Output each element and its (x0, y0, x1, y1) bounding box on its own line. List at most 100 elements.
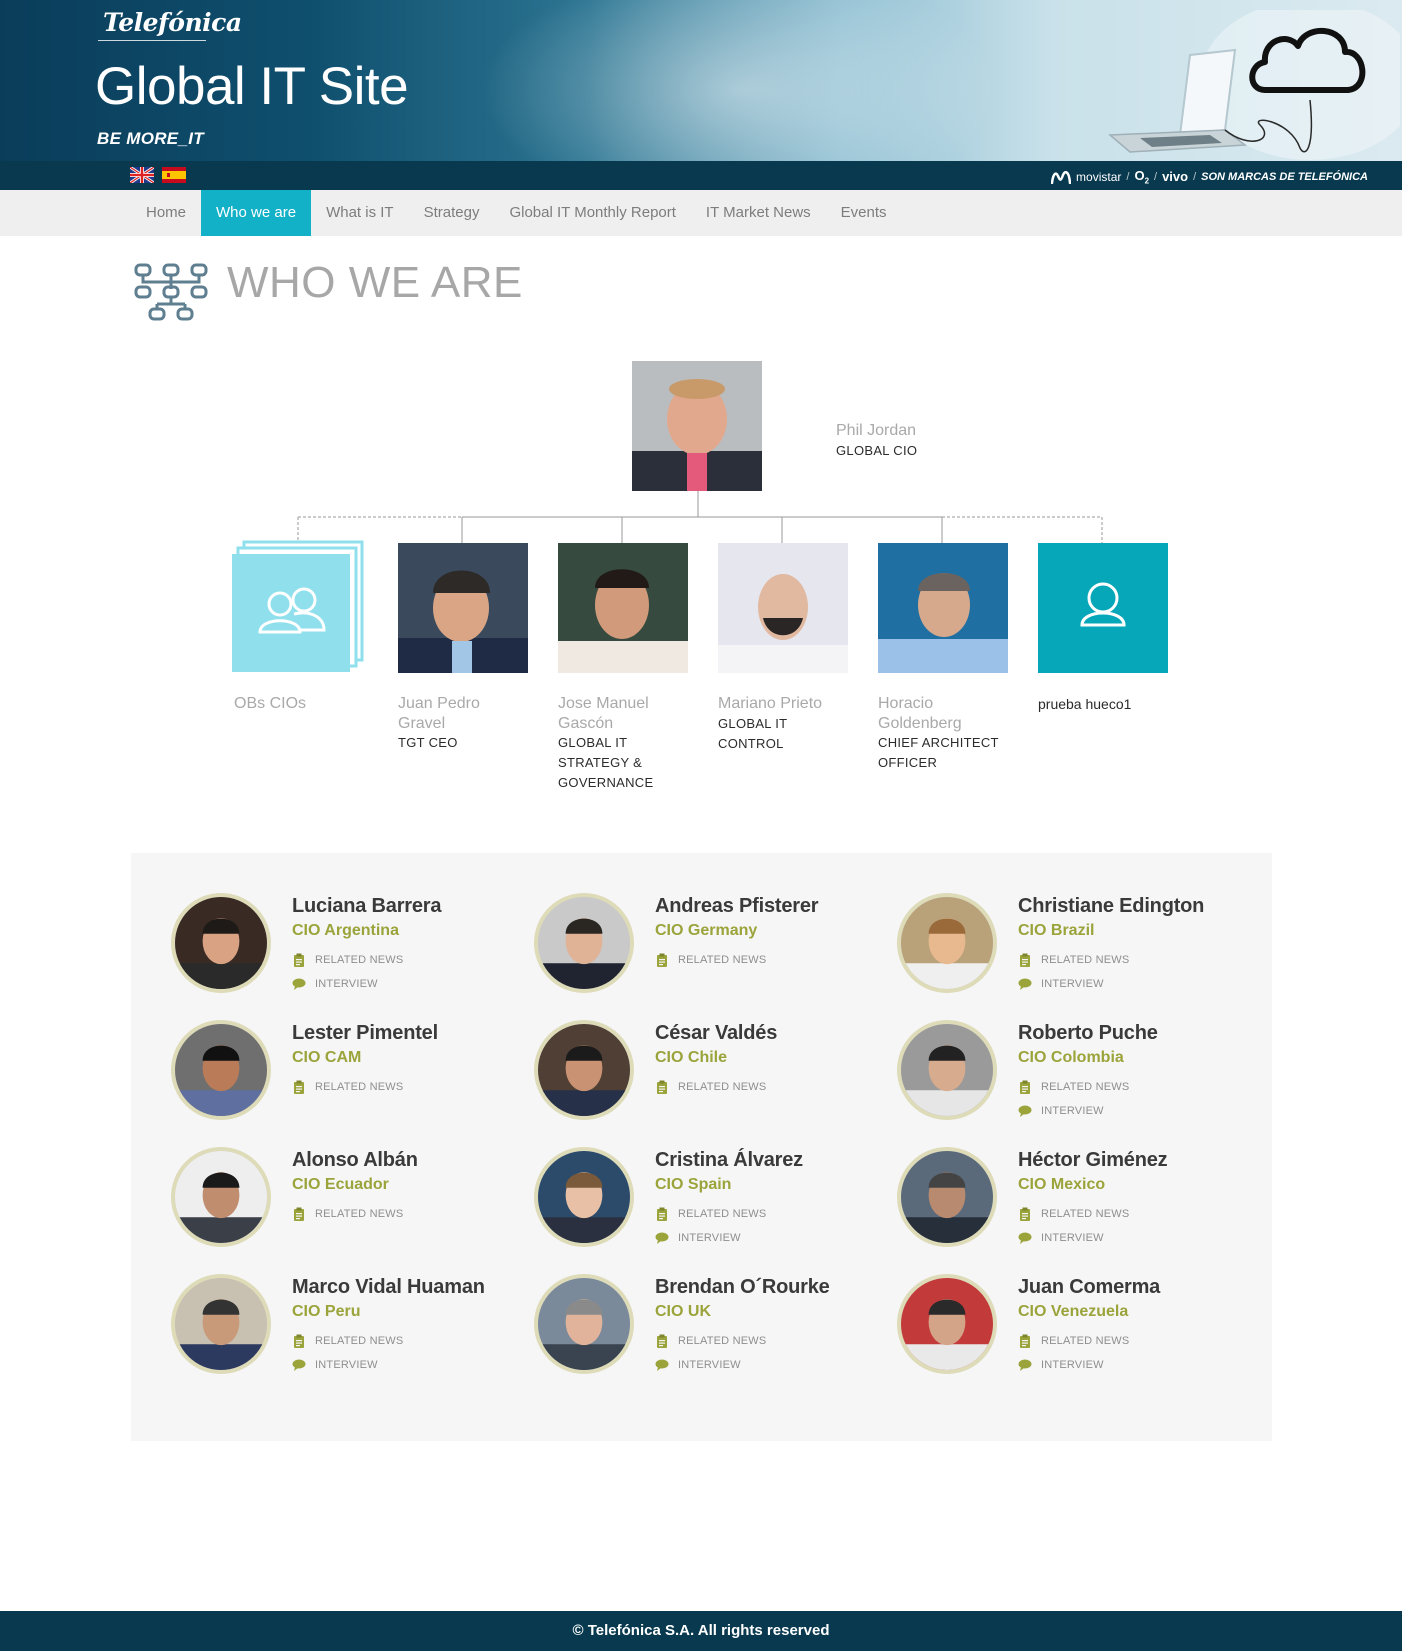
cio-name[interactable]: Brendan O´Rourke (655, 1276, 830, 1299)
clipboard-icon (294, 1080, 304, 1094)
nav-events[interactable]: Events (826, 190, 902, 236)
interview-label: INTERVIEW (315, 978, 378, 990)
cio-avatar[interactable] (897, 1020, 997, 1120)
cio-name[interactable]: Marco Vidal Huaman (292, 1276, 485, 1299)
brand-separator: / (1126, 170, 1130, 183)
related-news-link[interactable]: RELATED NEWS (655, 1334, 766, 1348)
cio-title: CIO CAM (292, 1049, 362, 1066)
vivo-brand[interactable]: vivo (1162, 169, 1188, 184)
cio-name[interactable]: Alonso Albán (292, 1149, 418, 1172)
related-news-link[interactable]: RELATED NEWS (292, 953, 403, 967)
interview-link[interactable]: INTERVIEW (292, 1358, 378, 1372)
avatar-placeholder[interactable] (1038, 543, 1168, 673)
nav-monthly-report[interactable]: Global IT Monthly Report (494, 190, 690, 236)
cio-name[interactable]: Héctor Giménez (1018, 1149, 1168, 1172)
cio-card: César Valdés CIO Chile RELATED NEWS (534, 1020, 884, 1140)
obs-cios-tile[interactable] (232, 540, 366, 676)
cio-title: CIO Mexico (1018, 1176, 1106, 1193)
nav-market-news[interactable]: IT Market News (691, 190, 826, 236)
cio-avatar[interactable] (897, 1147, 997, 1247)
related-news-link[interactable]: RELATED NEWS (292, 1080, 403, 1094)
telefonica-logo[interactable]: Telefónica (103, 8, 242, 37)
interview-label: INTERVIEW (678, 1359, 741, 1371)
org-name-horacio-goldenberg[interactable]: Horacio Goldenberg (878, 694, 962, 734)
cio-name[interactable]: César Valdés (655, 1022, 777, 1045)
org-name-prueba-hueco1[interactable]: prueba hueco1 (1038, 694, 1131, 714)
cio-avatar[interactable] (171, 1274, 271, 1374)
cio-name[interactable]: Lester Pimentel (292, 1022, 438, 1045)
clipboard-icon (294, 1334, 304, 1348)
cio-card: Cristina Álvarez CIO Spain RELATED NEWS INT… (534, 1147, 884, 1267)
cio-avatar[interactable] (897, 1274, 997, 1374)
cio-avatar[interactable] (171, 1147, 271, 1247)
avatar-horacio-goldenberg[interactable] (878, 543, 1008, 673)
related-news-link[interactable]: RELATED NEWS (1018, 1080, 1129, 1094)
clipboard-icon (294, 1207, 304, 1221)
org-chart-icon (134, 263, 208, 321)
interview-link[interactable]: INTERVIEW (1018, 1231, 1104, 1245)
related-news-link[interactable]: RELATED NEWS (292, 1207, 403, 1221)
interview-link[interactable]: INTERVIEW (1018, 1104, 1104, 1118)
related-news-label: RELATED NEWS (1041, 1335, 1130, 1347)
page-title: WHO WE ARE (227, 258, 523, 307)
org-name-mariano-prieto[interactable]: Mariano Prieto (718, 694, 822, 714)
org-name-obs-cios[interactable]: OBs CIOs (234, 694, 306, 714)
nav-home[interactable]: Home (131, 190, 201, 236)
avatar-mariano-prieto[interactable] (718, 543, 848, 673)
nav-what-is-it[interactable]: What is IT (311, 190, 409, 236)
related-news-label: RELATED NEWS (315, 1335, 404, 1347)
related-news-link[interactable]: RELATED NEWS (1018, 1334, 1129, 1348)
nav-who-we-are[interactable]: Who we are (201, 190, 312, 236)
speech-bubble-icon (292, 1359, 306, 1371)
laptop-cloud-illustration (1108, 10, 1400, 160)
avatar-juan-pedro-gravel[interactable] (398, 543, 528, 673)
movistar-brand[interactable]: movistar (1076, 170, 1121, 184)
cio-name[interactable]: Luciana Barrera (292, 895, 441, 918)
interview-link[interactable]: INTERVIEW (655, 1231, 741, 1245)
cio-avatar[interactable] (534, 893, 634, 993)
org-name-jose-manuel-gascon[interactable]: Jose Manuel Gascón (558, 694, 649, 734)
related-news-link[interactable]: RELATED NEWS (655, 1207, 766, 1221)
related-news-link[interactable]: RELATED NEWS (655, 953, 766, 967)
related-news-link[interactable]: RELATED NEWS (292, 1334, 403, 1348)
cio-title: CIO Argentina (292, 922, 399, 939)
cio-avatar[interactable] (534, 1147, 634, 1247)
cio-card: Andreas Pfisterer CIO Germany RELATED NEWS (534, 893, 884, 1013)
o2-brand[interactable]: O2 (1134, 168, 1149, 186)
related-news-label: RELATED NEWS (1041, 954, 1130, 966)
flag-uk-icon[interactable] (130, 167, 154, 183)
cio-avatar[interactable] (171, 893, 271, 993)
related-news-label: RELATED NEWS (315, 1208, 404, 1220)
avatar-phil-jordan[interactable] (632, 361, 762, 491)
cio-name[interactable]: Andreas Pfisterer (655, 895, 819, 918)
org-name-juan-pedro-gravel[interactable]: Juan Pedro Gravel (398, 694, 480, 734)
interview-link[interactable]: INTERVIEW (1018, 1358, 1104, 1372)
header-glow (480, 0, 1000, 161)
cio-name[interactable]: Cristina Álvarez (655, 1149, 803, 1172)
cio-avatar[interactable] (534, 1274, 634, 1374)
clipboard-icon (1020, 1334, 1030, 1348)
cio-avatar[interactable] (534, 1020, 634, 1120)
head-name[interactable]: Phil Jordan (836, 421, 916, 441)
related-news-link[interactable]: RELATED NEWS (1018, 1207, 1129, 1221)
site-title: Global IT Site (95, 57, 409, 116)
flag-es-icon[interactable] (162, 167, 186, 183)
cio-avatar[interactable] (171, 1020, 271, 1120)
related-news-link[interactable]: RELATED NEWS (1018, 953, 1129, 967)
cio-name[interactable]: Christiane Edington (1018, 895, 1204, 918)
interview-label: INTERVIEW (1041, 1232, 1104, 1244)
cio-card: Christiane Edington CIO Brazil RELATED NEW… (897, 893, 1247, 1013)
cio-card: Marco Vidal Huaman CIO Peru RELATED NEWS IN… (171, 1274, 521, 1394)
interview-label: INTERVIEW (678, 1232, 741, 1244)
interview-link[interactable]: INTERVIEW (1018, 977, 1104, 991)
cio-name[interactable]: Roberto Puche (1018, 1022, 1158, 1045)
cio-title: CIO UK (655, 1303, 711, 1320)
avatar-jose-manuel-gascon[interactable] (558, 543, 688, 673)
related-news-link[interactable]: RELATED NEWS (655, 1080, 766, 1094)
interview-link[interactable]: INTERVIEW (292, 977, 378, 991)
nav-strategy[interactable]: Strategy (409, 190, 495, 236)
cio-name[interactable]: Juan Comerma (1018, 1276, 1160, 1299)
cio-avatar[interactable] (897, 893, 997, 993)
interview-link[interactable]: INTERVIEW (655, 1358, 741, 1372)
related-news-label: RELATED NEWS (1041, 1208, 1130, 1220)
